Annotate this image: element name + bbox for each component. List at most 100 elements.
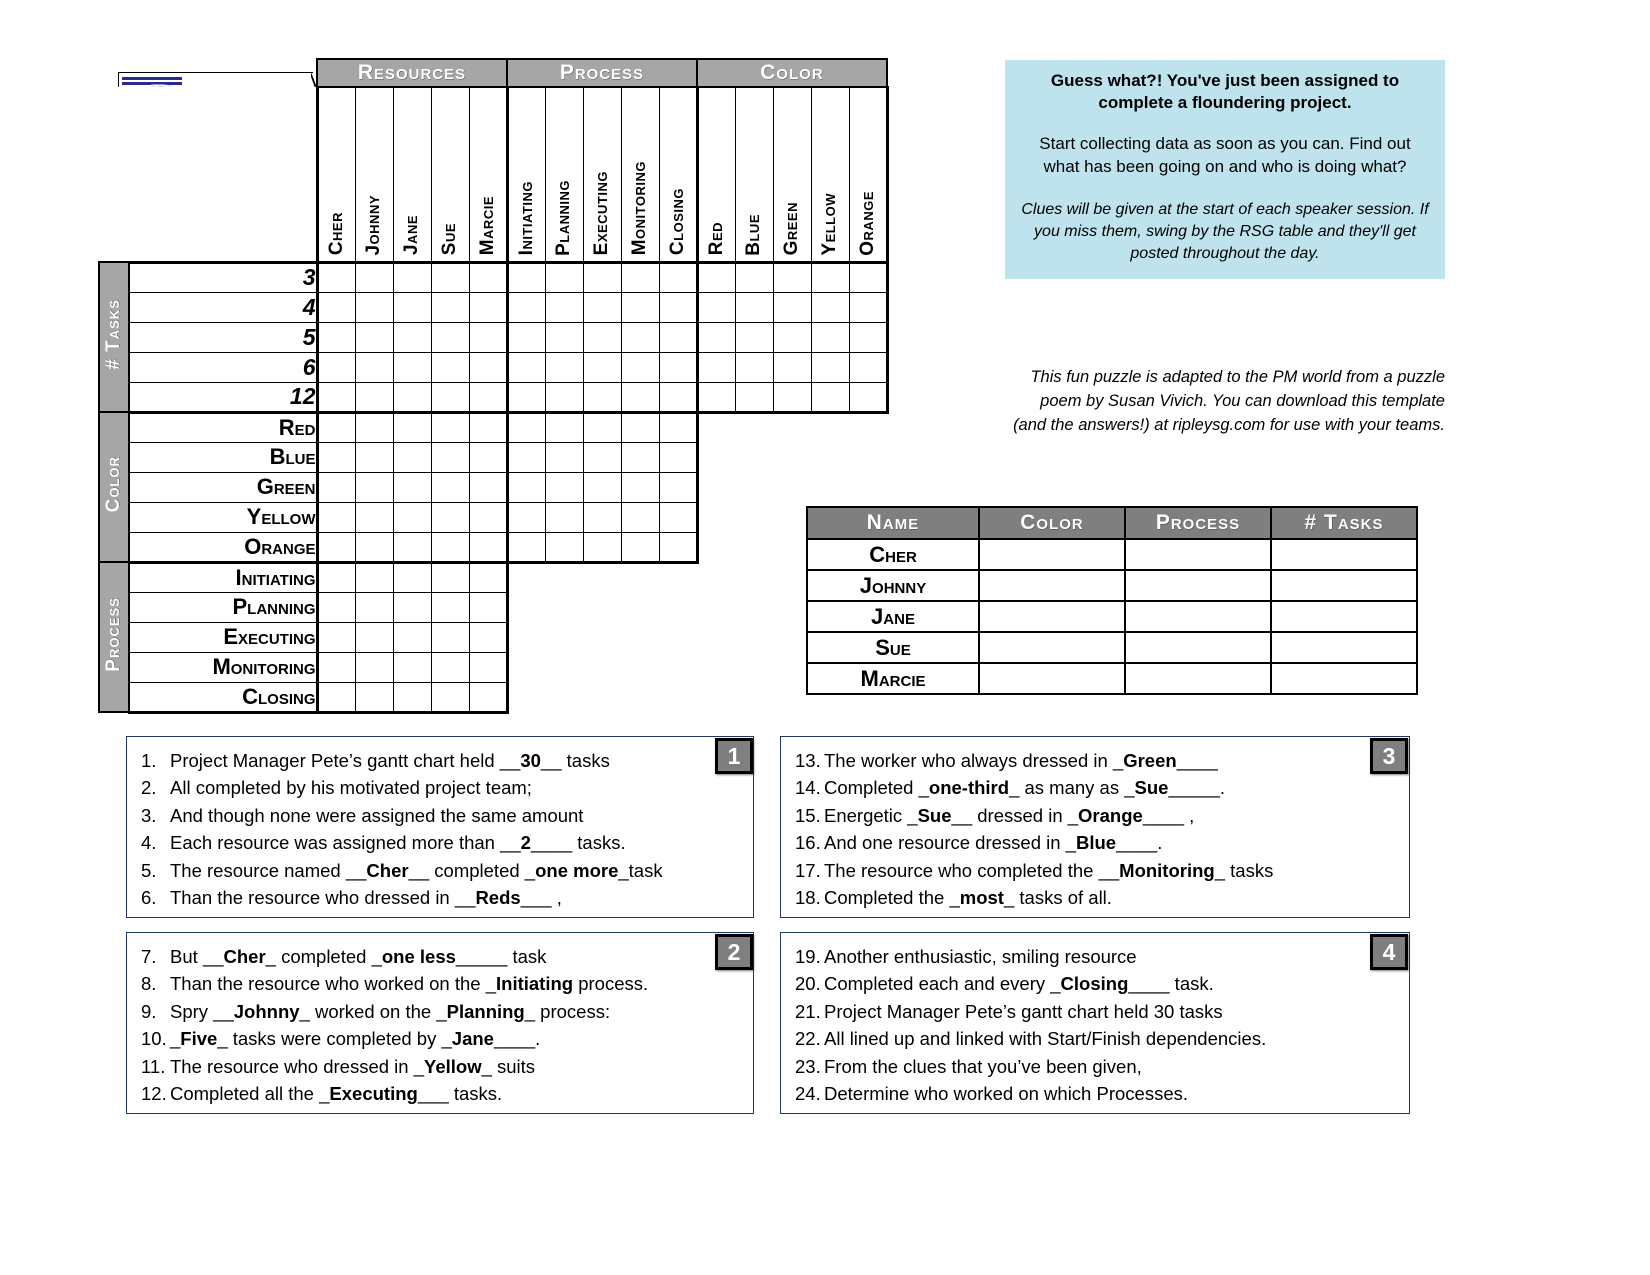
grid-cell[interactable] xyxy=(354,501,394,533)
grid-cell[interactable] xyxy=(392,681,432,714)
grid-cell[interactable] xyxy=(354,621,394,653)
grid-cell[interactable] xyxy=(734,291,774,323)
grid-cell[interactable] xyxy=(354,351,394,383)
grid-cell[interactable] xyxy=(734,351,774,383)
grid-cell[interactable] xyxy=(315,321,356,353)
grid-cell[interactable] xyxy=(505,260,546,293)
grid-cell[interactable] xyxy=(354,260,394,293)
grid-cell[interactable] xyxy=(468,441,508,473)
grid-cell[interactable] xyxy=(544,351,584,383)
grid-cell[interactable] xyxy=(658,260,698,293)
grid-cell[interactable] xyxy=(505,501,546,533)
grid-cell[interactable] xyxy=(544,321,584,353)
grid-cell[interactable] xyxy=(695,351,736,383)
grid-cell[interactable] xyxy=(392,291,432,323)
grid-cell[interactable] xyxy=(315,471,356,503)
grid-cell[interactable] xyxy=(430,321,470,353)
grid-cell[interactable] xyxy=(430,410,470,443)
grid-cell[interactable] xyxy=(582,501,622,533)
answer-input-cell[interactable] xyxy=(978,569,1126,602)
grid-cell[interactable] xyxy=(620,471,660,503)
grid-cell[interactable] xyxy=(315,531,356,564)
grid-cell[interactable] xyxy=(810,381,850,414)
answer-input-cell[interactable] xyxy=(1270,662,1418,695)
answer-input-cell[interactable] xyxy=(1124,538,1272,571)
grid-cell[interactable] xyxy=(430,651,470,683)
grid-cell[interactable] xyxy=(392,621,432,653)
grid-cell[interactable] xyxy=(392,501,432,533)
answer-input-cell[interactable] xyxy=(1124,631,1272,664)
grid-cell[interactable] xyxy=(315,681,356,714)
grid-cell[interactable] xyxy=(354,471,394,503)
grid-cell[interactable] xyxy=(315,591,356,623)
grid-cell[interactable] xyxy=(315,560,356,593)
answer-input-cell[interactable] xyxy=(978,662,1126,695)
grid-cell[interactable] xyxy=(505,291,546,323)
answer-input-cell[interactable] xyxy=(1270,569,1418,602)
grid-cell[interactable] xyxy=(582,260,622,293)
grid-cell[interactable] xyxy=(430,531,470,564)
grid-cell[interactable] xyxy=(620,501,660,533)
grid-cell[interactable] xyxy=(848,260,889,293)
grid-cell[interactable] xyxy=(695,260,736,293)
grid-cell[interactable] xyxy=(582,441,622,473)
answer-input-cell[interactable] xyxy=(978,631,1126,664)
grid-cell[interactable] xyxy=(430,291,470,323)
grid-cell[interactable] xyxy=(620,531,660,564)
grid-cell[interactable] xyxy=(430,471,470,503)
grid-cell[interactable] xyxy=(544,291,584,323)
grid-cell[interactable] xyxy=(658,291,698,323)
grid-cell[interactable] xyxy=(658,531,699,564)
grid-cell[interactable] xyxy=(468,591,509,623)
grid-cell[interactable] xyxy=(658,441,699,473)
grid-cell[interactable] xyxy=(544,441,584,473)
grid-cell[interactable] xyxy=(544,531,584,564)
answer-input-cell[interactable] xyxy=(978,538,1126,571)
grid-cell[interactable] xyxy=(658,501,699,533)
grid-cell[interactable] xyxy=(354,291,394,323)
grid-cell[interactable] xyxy=(468,651,509,683)
grid-cell[interactable] xyxy=(468,501,508,533)
grid-cell[interactable] xyxy=(544,501,584,533)
grid-cell[interactable] xyxy=(582,291,622,323)
grid-cell[interactable] xyxy=(810,291,850,323)
grid-cell[interactable] xyxy=(468,381,508,414)
grid-cell[interactable] xyxy=(505,531,546,564)
grid-cell[interactable] xyxy=(315,651,356,683)
grid-cell[interactable] xyxy=(430,621,470,653)
grid-cell[interactable] xyxy=(582,381,622,414)
grid-cell[interactable] xyxy=(582,351,622,383)
grid-cell[interactable] xyxy=(315,381,356,414)
grid-cell[interactable] xyxy=(392,591,432,623)
grid-cell[interactable] xyxy=(392,410,432,443)
grid-cell[interactable] xyxy=(658,351,698,383)
grid-cell[interactable] xyxy=(468,291,508,323)
grid-cell[interactable] xyxy=(810,351,850,383)
answer-input-cell[interactable] xyxy=(1270,600,1418,633)
grid-cell[interactable] xyxy=(505,471,546,503)
grid-cell[interactable] xyxy=(505,410,546,443)
grid-cell[interactable] xyxy=(620,291,660,323)
grid-cell[interactable] xyxy=(734,321,774,353)
grid-cell[interactable] xyxy=(354,560,394,593)
grid-cell[interactable] xyxy=(772,291,812,323)
grid-cell[interactable] xyxy=(354,651,394,683)
grid-cell[interactable] xyxy=(392,351,432,383)
grid-cell[interactable] xyxy=(772,351,812,383)
answer-input-cell[interactable] xyxy=(1124,600,1272,633)
grid-cell[interactable] xyxy=(354,591,394,623)
grid-cell[interactable] xyxy=(848,381,889,414)
grid-cell[interactable] xyxy=(354,531,394,564)
grid-cell[interactable] xyxy=(620,321,660,353)
grid-cell[interactable] xyxy=(392,441,432,473)
answer-input-cell[interactable] xyxy=(978,600,1126,633)
grid-cell[interactable] xyxy=(392,260,432,293)
grid-cell[interactable] xyxy=(582,321,622,353)
grid-cell[interactable] xyxy=(430,441,470,473)
grid-cell[interactable] xyxy=(354,381,394,414)
grid-cell[interactable] xyxy=(315,501,356,533)
grid-cell[interactable] xyxy=(810,321,850,353)
grid-cell[interactable] xyxy=(430,351,470,383)
grid-cell[interactable] xyxy=(430,381,470,414)
grid-cell[interactable] xyxy=(468,681,509,714)
